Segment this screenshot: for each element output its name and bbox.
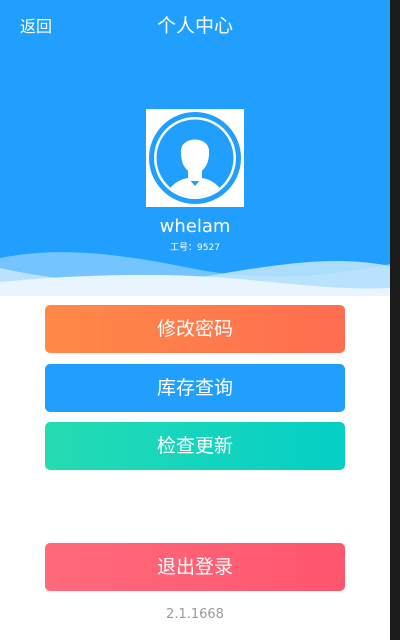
window-edge bbox=[390, 0, 400, 640]
check-update-button[interactable]: 检查更新 bbox=[45, 422, 345, 470]
default-user-avatar-icon bbox=[149, 112, 241, 204]
header-wave-decoration bbox=[0, 252, 390, 296]
page-title: 个人中心 bbox=[156, 15, 233, 37]
app-version: 2.1.1668 bbox=[166, 607, 224, 622]
avatar bbox=[146, 109, 244, 207]
profile-header: 返回 个人中心 whelam 工号：9527 bbox=[0, 0, 390, 296]
logout-button[interactable]: 退出登录 bbox=[45, 543, 345, 591]
change-password-button[interactable]: 修改密码 bbox=[45, 305, 345, 353]
inventory-query-button[interactable]: 库存查询 bbox=[45, 364, 345, 412]
username: whelam bbox=[159, 216, 231, 237]
app-screen: 返回 个人中心 whelam 工号：9527 修改密码 库存查询 检查更新 退出… bbox=[0, 0, 390, 640]
